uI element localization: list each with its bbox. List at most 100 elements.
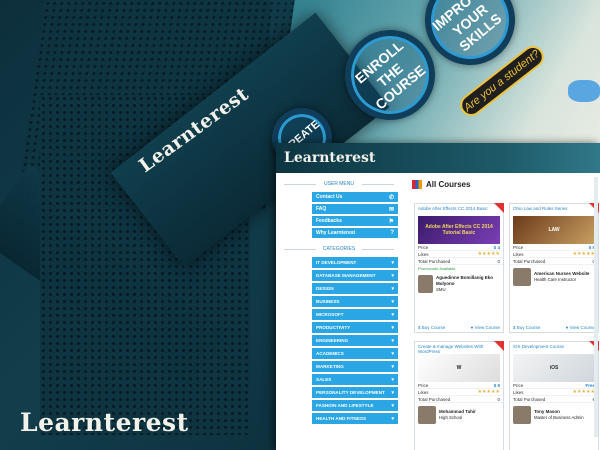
chevron-down-icon: ▾ (391, 389, 394, 396)
chevron-down-icon: ▾ (391, 298, 394, 305)
promo-text: Promocode Available (418, 266, 456, 271)
category-item[interactable]: DATABASE MANAGEMENT ▾ (312, 270, 398, 281)
categories-menu: IT DEVELOPMENT ▾ DATABASE MANAGEMENT ▾ DESIG… (276, 257, 402, 424)
likes-row: Likes ★★★★★ (510, 389, 598, 396)
user-menu-item[interactable]: Contact Us ✆ (312, 192, 398, 202)
user-menu-item[interactable]: Why Learnterest? (312, 228, 398, 238)
category-item[interactable]: MARKETING ▾ (312, 361, 398, 372)
chevron-down-icon: ▾ (391, 272, 394, 279)
buy-course-button[interactable]: $ Buy Course (418, 325, 445, 330)
likes-label: Likes (418, 389, 429, 395)
buy-course-button[interactable]: $ Buy Course (513, 325, 540, 330)
author-name: Tony Mason (534, 409, 560, 415)
categories-title: CATEGORIES (276, 246, 402, 252)
world-map-icon (568, 80, 600, 102)
category-label: PERSONALITY DEVELOPMENT (316, 390, 385, 395)
chevron-down-icon: ▾ (391, 337, 394, 344)
category-item[interactable]: IT DEVELOPMENT ▾ (312, 257, 398, 268)
category-label: FASHION AND LIFESTYLE (316, 403, 374, 408)
author-text: Tony Mason Master of Business Admin (534, 409, 584, 420)
purchased-value: 0 (497, 258, 500, 264)
category-item[interactable]: DESIGN ▾ (312, 283, 398, 294)
course-card[interactable]: Adobe After Effects CC 2014 Basic Adobe A… (414, 203, 504, 333)
purchased-row: Total Purchased0 (415, 258, 503, 265)
user-menu-item[interactable]: Feedbacks ⚑ (312, 216, 398, 226)
category-label: ACADEMICS (316, 351, 344, 356)
course-card[interactable]: Ohio Law and Rules Series LAW Price $ 6 Like… (509, 203, 599, 333)
category-label: BUSINESS (316, 299, 340, 304)
question-icon: ? (390, 230, 394, 236)
purchased-label: Total Purchased (418, 396, 451, 402)
stars-icon: ★★★★★ (572, 251, 595, 257)
price-row: Price $ 4 (415, 244, 503, 251)
price-label: Price (513, 382, 524, 388)
chat-icon: ✉ (388, 206, 394, 213)
author-name: Aguedinne Bomillanig Eko Mulyono (436, 275, 494, 287)
purchased-label: Total Purchased (513, 396, 546, 402)
price-value: $ 4 (493, 244, 500, 250)
price-row: Price $ 6 (510, 244, 598, 251)
user-menu-item-label: Feedbacks (316, 218, 342, 224)
category-label: HEALTH AND FITNESS (316, 416, 367, 421)
category-item[interactable]: HEALTH AND FITNESS ▾ (312, 413, 398, 424)
author-org: Master of Business Admin (534, 415, 584, 421)
view-course-button[interactable]: ● View Course (566, 325, 595, 330)
price-row: Price $ 9 (415, 382, 503, 389)
author-text: American Nurses Website Health Care Instr… (534, 271, 589, 282)
sidebar: USER MENU Contact Us ✆ FAQ ✉ Feedbacks ⚑ Why L… (276, 173, 402, 450)
avatar (513, 406, 531, 424)
stars-icon: ★★★★★ (477, 251, 500, 257)
author-block: Aguedinne Bomillanig Eko Mulyono SMU (415, 272, 503, 296)
category-item[interactable]: PERSONALITY DEVELOPMENT ▾ (312, 387, 398, 398)
course-card[interactable]: Create & manage Websites With WordPress W… (414, 341, 504, 450)
category-label: DATABASE MANAGEMENT (316, 273, 376, 278)
author-org: Health Care Instructor (534, 277, 577, 283)
author-text: Aguedinne Bomillanig Eko Mulyono SMU (436, 275, 500, 292)
chevron-down-icon: ▾ (391, 402, 394, 409)
scrollbar[interactable] (594, 177, 598, 437)
category-item[interactable]: FASHION AND LIFESTYLE ▾ (312, 400, 398, 411)
purchased-value: 0 (497, 396, 500, 402)
course-title[interactable]: iOS Development Course (510, 342, 598, 354)
chevron-down-icon: ▾ (391, 350, 394, 357)
price-label: Price (513, 244, 524, 250)
course-title[interactable]: Adobe After Effects CC 2014 Basic (415, 204, 503, 216)
category-item[interactable]: SALES ▾ (312, 374, 398, 385)
card-footer: $ Buy Course ● View Course (513, 325, 595, 330)
course-thumbnail: iOS (513, 354, 595, 382)
category-label: PRODUCTIVITY (316, 325, 351, 330)
card-footer: $ Buy Course ● View Course (418, 325, 500, 330)
course-thumbnail: Adobe After Effects CC 2014 Tutorial Bas… (418, 216, 500, 244)
price-label: Price (418, 382, 429, 388)
chevron-down-icon: ▾ (391, 376, 394, 383)
purchased-row: Total Purchased 0 (415, 396, 503, 403)
course-title[interactable]: Create & manage Websites With WordPress (415, 342, 503, 354)
brand-logo-bottom: Learnterest (20, 408, 189, 437)
app-header: Learnterest (276, 143, 600, 173)
category-item[interactable]: MICROSOFT ▾ (312, 309, 398, 320)
view-course-button[interactable]: ● View Course (471, 325, 500, 330)
avatar (513, 268, 531, 286)
user-menu-item-label: FAQ (316, 206, 327, 212)
purchased-row: Total Purchased0 (510, 258, 598, 265)
app-logo[interactable]: Learnterest (284, 150, 375, 166)
author-block: American Nurses Website Health Care Instr… (510, 265, 598, 289)
author-org: SMU (436, 287, 446, 293)
user-menu-item[interactable]: FAQ ✉ (312, 204, 398, 214)
bell-icon: ⚑ (388, 218, 394, 225)
category-item[interactable]: PRODUCTIVITY ▾ (312, 322, 398, 333)
purchased-row: Total Purchased6 (510, 396, 598, 403)
likes-label: Likes (418, 251, 429, 257)
chevron-down-icon: ▾ (391, 285, 394, 292)
course-title[interactable]: Ohio Law and Rules Series (510, 204, 598, 216)
category-item[interactable]: ACADEMICS ▾ (312, 348, 398, 359)
hero-circle-label: ENROLL THE COURSE (351, 37, 429, 113)
category-item[interactable]: ENGINEERING ▾ (312, 335, 398, 346)
author-text: Mohammad Tahir High School (439, 409, 476, 420)
category-item[interactable]: BUSINESS ▾ (312, 296, 398, 307)
books-icon (412, 179, 422, 189)
page-title: All Courses (406, 173, 600, 195)
author-name: Mohammad Tahir (439, 409, 476, 415)
author-block: Tony Mason Master of Business Admin (510, 403, 598, 427)
course-card[interactable]: iOS Development Course iOS Price Free Likes ★… (509, 341, 599, 450)
